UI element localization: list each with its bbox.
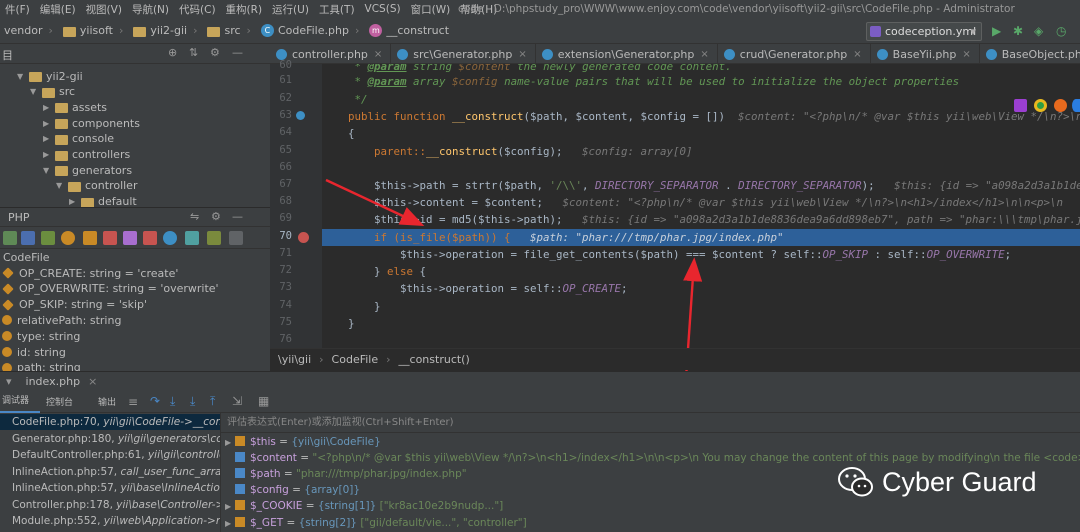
editor-breadcrumb: \yii\gii › CodeFile › __construct() (270, 348, 1080, 370)
variable-row[interactable]: $config = {array[0]} (221, 482, 360, 498)
variable-equals: = (288, 484, 305, 497)
variable-type: {string[1]} (317, 500, 377, 513)
variable-row[interactable]: ▶ $this = {yii\gii\CodeFile} (221, 434, 381, 450)
stack-frame[interactable]: Controller.php:178, yii\base\Controller-… (0, 497, 220, 513)
variable-type-icon (235, 516, 245, 527)
watermark-text: Cyber Guard (882, 466, 1037, 497)
variable-row[interactable]: ▶ $_COOKIE = {string[1]} ["kr8ac10e2b9nud… (221, 498, 503, 514)
variable-equals: = (302, 500, 318, 513)
watermark: Cyber Guard (838, 462, 1037, 502)
stack-frame[interactable]: InlineAction.php:57, call_user_func_arra… (0, 464, 221, 480)
run-to-cursor-icon[interactable]: ⇲ (232, 394, 242, 408)
debug-session-tab[interactable]: index.php (12, 375, 81, 388)
frame-function: yii\base\InlineAction->ru (120, 482, 220, 494)
chevron-right-icon[interactable]: ▶ (221, 516, 235, 532)
wechat-logo-icon (838, 467, 873, 497)
menu-icon[interactable]: ≡ (128, 395, 138, 409)
variable-type-icon (235, 452, 245, 463)
variable-type-icon (235, 500, 245, 511)
frame-location: Generator.php:180, (12, 432, 118, 445)
variable-name: $content (250, 452, 297, 465)
variable-name: $_GET (250, 516, 284, 529)
frame-location: DefaultController.php:61, (12, 449, 148, 461)
variable-equals: = (280, 468, 297, 481)
variable-name: $path (250, 468, 281, 481)
editor-crumb-class[interactable]: CodeFile (332, 353, 379, 366)
debug-tool-tabs: 调试器 控制台 输出 ≡ ↷ ⤓ ⤓ ⤒ ⇲ ▦ (0, 391, 1080, 413)
frame-location: CodeFile.php:70, (12, 416, 104, 428)
step-over-icon[interactable]: ↷ (150, 394, 160, 408)
evaluate-expression-input[interactable]: 评估表达式(Enter)或添加监视(Ctrl+Shift+Enter) (221, 413, 1080, 433)
frame-function: call_user_func_array:{D:\p (120, 465, 221, 478)
variable-row[interactable]: $path = "phar:///tmp/phar.jpg/index.php" (221, 466, 467, 482)
variable-equals: = (275, 436, 292, 448)
step-out-icon[interactable]: ⤒ (210, 394, 215, 409)
variable-type: {array[0]} (304, 484, 361, 497)
stack-frame[interactable]: InlineAction.php:57, yii\base\InlineActi… (0, 480, 220, 496)
variable-name: $_COOKIE (250, 500, 303, 513)
variable-type: {string[2]} (298, 516, 357, 529)
debug-panel-header: ▾ index.php × (0, 371, 1080, 391)
variable-equals: = (296, 452, 313, 465)
variable-type: {yii\gii\CodeFile} (291, 436, 381, 448)
frame-function: yii\base\Controller->runAct (116, 498, 220, 511)
tab-console[interactable]: 控制台 (40, 395, 90, 408)
variable-name: $config (250, 484, 289, 497)
frame-location: Module.php:552, (12, 515, 104, 527)
frame-function: yii\gii\CodeFile->__construct (103, 416, 221, 428)
frame-location: Controller.php:178, (12, 498, 117, 511)
variable-row[interactable]: ▶ $_GET = {string[2]} ["gii/default/vie..… (221, 515, 527, 531)
stack-frame[interactable]: DefaultController.php:61, yii\gii\contro… (0, 447, 220, 463)
editor-crumb-namespace[interactable]: \yii\gii (278, 353, 311, 366)
variable-value: ["gii/default/vie...", "controller"] (357, 516, 527, 529)
variable-type-icon (235, 468, 245, 479)
variable-equals: = (283, 516, 299, 529)
stack-frame[interactable]: Module.php:552, yii\web\Application->run… (0, 513, 221, 529)
arrow-to-is-file (325, 178, 425, 227)
tab-debugger[interactable]: 调试器 (0, 391, 40, 413)
stack-frame[interactable]: Generator.php:180, yii\gii\generators\co… (0, 431, 221, 447)
frame-location: InlineAction.php:57, (12, 465, 121, 478)
chevron-right-icon[interactable]: ▶ (221, 435, 235, 451)
variable-value: ["kr8ac10e2b9nudp..."] (376, 500, 504, 513)
variable-type-icon (235, 484, 245, 495)
variable-value: "phar:///tmp/phar.jpg/index.php" (296, 468, 467, 481)
close-icon[interactable]: × (80, 375, 97, 388)
editor-crumb-method[interactable]: __construct() (399, 353, 470, 366)
frame-function: yii\gii\controllers\D (147, 449, 220, 461)
step-into-icon[interactable]: ⤓ (170, 394, 175, 409)
stack-frame[interactable]: CodeFile.php:70, yii\gii\CodeFile->__con… (0, 414, 221, 430)
tab-output[interactable]: 输出 (90, 395, 126, 408)
chevron-right-icon[interactable]: ▶ (221, 499, 235, 515)
evaluate-icon[interactable]: ▦ (258, 394, 269, 408)
frames-list: CodeFile.php:70, yii\gii\CodeFile->__con… (0, 413, 221, 532)
variable-name: $this (250, 436, 276, 448)
frame-function: yii\web\Application->runAc (103, 515, 221, 527)
force-step-into-icon[interactable]: ⤓ (190, 394, 195, 409)
frame-function: yii\gii\generators\controller (117, 432, 221, 445)
variable-type-icon (235, 436, 245, 446)
frame-location: InlineAction.php:57, (12, 482, 121, 494)
debug-tab-icon: ▾ (6, 375, 12, 388)
